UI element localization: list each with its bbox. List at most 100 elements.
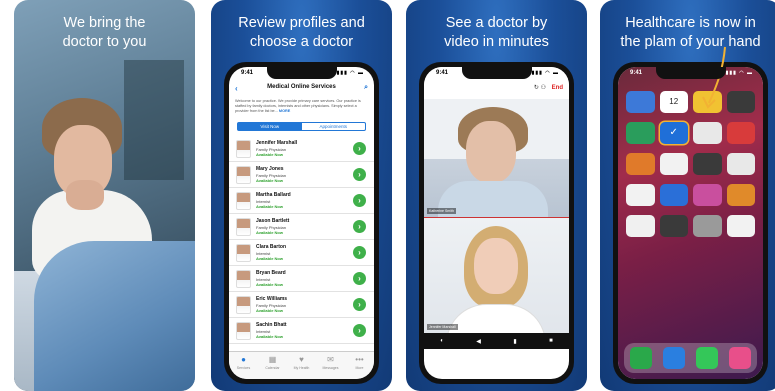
refresh-icon[interactable]: ↻ — [534, 85, 539, 91]
dock-app-icon[interactable] — [729, 347, 752, 369]
heart-icon: ♥ — [299, 355, 304, 364]
app-icon[interactable] — [626, 153, 655, 175]
panel-caption: We bring the doctor to you — [14, 14, 195, 52]
doctor-row[interactable]: Mary Jones Family Physician Available No… — [229, 162, 374, 188]
doctor-row[interactable]: Jason Bartlett Family Physician Availabl… — [229, 214, 374, 240]
app-icon[interactable] — [659, 153, 688, 175]
app-icon[interactable] — [626, 184, 655, 206]
more-link[interactable]: MORE — [279, 109, 290, 113]
doctor-row[interactable]: Eric Williams Family Physician Available… — [229, 292, 374, 318]
more-dots-icon: ••• — [355, 355, 364, 364]
panel-caption: See a doctor by video in minutes — [406, 14, 587, 52]
doctor-avatar — [236, 270, 251, 288]
tab-calendar[interactable]: ▦ Calendar — [258, 352, 287, 379]
panel-caption: Healthcare is now in the plam of your ha… — [600, 14, 775, 52]
patient-face — [466, 121, 516, 183]
end-call-button[interactable]: End — [552, 85, 563, 91]
app-icon[interactable] — [626, 122, 655, 144]
doctor-row[interactable]: Martha Ballard Internist Available Now › — [229, 188, 374, 214]
pointer-arrow-icon — [702, 46, 726, 109]
chevron-right-icon[interactable]: › — [353, 220, 366, 233]
availability-status: Available Now — [256, 282, 283, 287]
status-time: 9:41 — [630, 70, 643, 76]
app-icon[interactable] — [726, 153, 755, 175]
search-icon[interactable]: ⌕ — [364, 84, 368, 92]
add-participant-icon[interactable]: ⚇ — [541, 85, 546, 91]
back-chevron-icon[interactable]: ‹ — [235, 84, 238, 94]
phone-frame: 9:41 ▮▮▮ ◠ ▬ 12 ✓ — [613, 62, 768, 384]
caption-line-2: the plam of your hand — [620, 34, 761, 50]
doctor-avatar — [236, 322, 251, 340]
availability-status: Available Now — [256, 334, 283, 339]
tab-messages[interactable]: ✉ Messages — [316, 352, 345, 379]
doctor-row[interactable]: Clara Barton Internist Available Now › — [229, 240, 374, 266]
app-icon[interactable] — [693, 215, 722, 237]
medical-app-icon[interactable]: ✓ — [659, 122, 688, 144]
chevron-right-icon[interactable]: › — [353, 324, 366, 337]
panel-home-screen: Healthcare is now in the plam of your ha… — [600, 0, 775, 391]
blanket-image — [34, 241, 195, 391]
app-icon[interactable] — [659, 184, 688, 206]
phone-notch — [461, 67, 532, 79]
app-icon[interactable] — [659, 215, 688, 237]
app-icon-grid: 12 ✓ — [626, 91, 755, 237]
dock-app-icon[interactable] — [696, 347, 719, 369]
speaker-icon[interactable]: ◀ — [476, 338, 481, 345]
panel-caption: Review profiles and choose a doctor — [211, 14, 392, 52]
app-icon[interactable] — [726, 122, 755, 144]
doctor-name: Sachin Bhatt — [256, 322, 287, 328]
availability-status: Available Now — [256, 204, 283, 209]
caption-line-1: Healthcare is now in — [625, 15, 756, 31]
patient-name-label: Katherine Smith — [427, 208, 456, 214]
dock-app-icon[interactable] — [629, 347, 652, 369]
chevron-right-icon[interactable]: › — [353, 272, 366, 285]
nav-title: Medical Online Services — [267, 84, 336, 90]
doctor-specialty: Family Physician — [256, 302, 287, 308]
calendar-app-icon[interactable]: 12 — [659, 91, 688, 113]
chevron-right-icon[interactable]: › — [353, 246, 366, 259]
tab-visit-now[interactable]: Visit Now — [238, 123, 302, 130]
tab-appointments[interactable]: Appointments — [302, 123, 366, 130]
patient-video-feed: Katherine Smith — [424, 99, 569, 217]
app-icon[interactable] — [626, 91, 655, 113]
dock-app-icon[interactable] — [662, 347, 685, 369]
caption-line-2: video in minutes — [444, 34, 549, 50]
camera-flip-icon[interactable]: ◐ — [440, 338, 444, 344]
tab-label: Services — [236, 366, 251, 370]
chevron-right-icon[interactable]: › — [353, 142, 366, 155]
doctor-row[interactable]: Jennifer Marshall Family Physician Avail… — [229, 136, 374, 162]
doctor-row[interactable]: Bryan Beard Internist Available Now › — [229, 266, 374, 292]
chevron-right-icon[interactable]: › — [353, 168, 366, 181]
doctor-specialty: Internist — [256, 276, 271, 282]
tab-my-health[interactable]: ♥ My Health — [287, 352, 316, 379]
panel-video-visit: See a doctor by video in minutes 9:41 ▮▮… — [406, 0, 587, 391]
doctor-name-label: Jennifer Marshall — [427, 324, 458, 330]
app-icon[interactable] — [693, 122, 722, 144]
availability-status: Available Now — [256, 308, 283, 313]
app-icon[interactable] — [726, 184, 755, 206]
tab-services[interactable]: ● Services — [229, 352, 258, 379]
signal-battery-icon: ▮▮▮ ◠ ▬ — [336, 70, 364, 76]
app-icon[interactable] — [626, 215, 655, 237]
app-icon[interactable] — [693, 153, 722, 175]
doctor-row[interactable]: Sachin Bhatt Internist Available Now › — [229, 318, 374, 344]
phone-frame: 9:41 ▮▮▮ ◠ ▬ ‹ Medical Online Services ⌕… — [224, 62, 379, 384]
doctor-avatar — [236, 192, 251, 210]
doctor-video-feed: Jennifer Marshall ◐ ◀ ▮ ■ — [424, 217, 569, 349]
availability-status: Available Now — [256, 256, 283, 261]
doctor-list: Jennifer Marshall Family Physician Avail… — [229, 136, 374, 344]
app-icon[interactable] — [693, 184, 722, 206]
tab-label: Messages — [322, 366, 339, 370]
availability-status: Available Now — [256, 152, 283, 157]
doctor-avatar — [236, 244, 251, 262]
app-icon[interactable] — [726, 215, 755, 237]
doctor-specialty: Internist — [256, 250, 271, 256]
chevron-right-icon[interactable]: › — [353, 298, 366, 311]
phone-notch — [655, 67, 726, 79]
doctor-avatar — [236, 296, 251, 314]
chevron-right-icon[interactable]: › — [353, 194, 366, 207]
microphone-icon[interactable]: ▮ — [513, 338, 516, 345]
tab-more[interactable]: ••• More — [345, 352, 374, 379]
video-camera-icon[interactable]: ■ — [549, 338, 553, 344]
doctor-face — [474, 238, 518, 294]
